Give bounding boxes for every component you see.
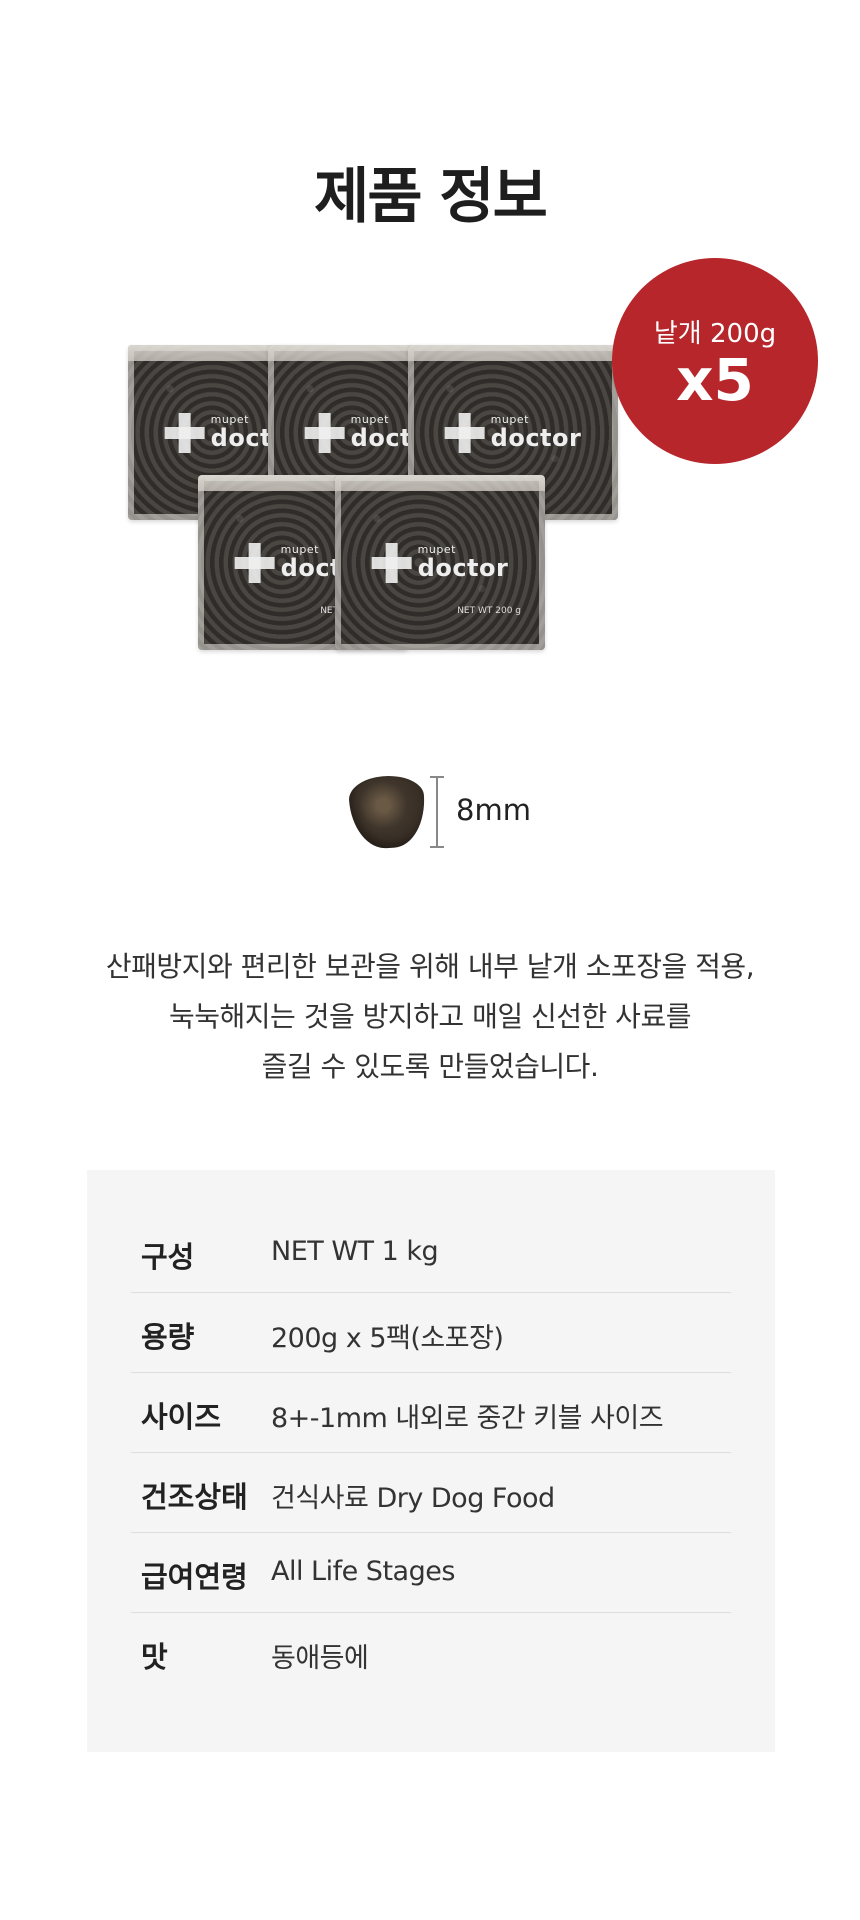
spec-row: 건조상태 건식사료 Dry Dog Food [131,1452,731,1533]
measure-line [436,776,438,848]
badge-unit-text: 낱개 200g [653,319,777,349]
net-weight-label: NET WT 200 g [457,606,521,616]
spec-row: 구성 NET WT 1 kg [131,1212,731,1293]
spec-row: 맛 동애등에 [131,1612,731,1692]
spec-value: All Life Stages [271,1556,455,1587]
kibble-image [347,773,428,851]
spec-label: 건조상태 [141,1480,248,1514]
cross-icon [164,412,205,453]
description-line: 산패방지와 편리한 보관을 위해 내부 낱개 소포장을 적용, [105,950,755,983]
page-title: 제품 정보 [314,162,548,232]
spec-value: 200g x 5팩(소포장) [271,1323,504,1354]
food-pack: mupetdoctor NET WT 200 g [335,475,545,650]
spec-table: 구성 NET WT 1 kg 용량 200g x 5팩(소포장) 사이즈 8+-… [87,1170,775,1752]
spec-value: 동애등에 [271,1643,369,1674]
cross-icon [304,412,345,453]
description-line: 즐길 수 있도록 만들었습니다. [261,1050,599,1083]
cross-icon [234,542,275,583]
spec-label: 용량 [141,1320,195,1354]
spec-value: 8+-1mm 내외로 중간 키블 사이즈 [271,1403,664,1434]
kibble-size-label: 8mm [456,793,531,827]
product-description: 산패방지와 편리한 보관을 위해 내부 낱개 소포장을 적용, 눅눅해지는 것을… [0,942,860,1092]
cross-icon [371,542,412,583]
spec-value: 건식사료 Dry Dog Food [271,1483,555,1514]
measure-cap-bottom [430,846,444,848]
spec-label: 급여연령 [141,1560,248,1594]
spec-row: 용량 200g x 5팩(소포장) [131,1292,731,1373]
spec-row: 급여연령 All Life Stages [131,1532,731,1613]
brand-logo: mupet doctor [371,542,509,583]
product-packs-image: mupet doctor mupet doctor mupet doctor mupe… [120,330,620,660]
badge-count-text: x5 [676,346,754,414]
brand-logo: mupet doctor [444,412,582,453]
description-line: 눅눅해지는 것을 방지하고 매일 신선한 사료를 [169,1000,691,1033]
spec-row: 사이즈 8+-1mm 내외로 중간 키블 사이즈 [131,1372,731,1453]
spec-value: NET WT 1 kg [271,1236,439,1267]
spec-label: 맛 [141,1640,168,1674]
spec-label: 구성 [141,1240,195,1274]
spec-label: 사이즈 [141,1400,222,1434]
cross-icon [444,412,485,453]
quantity-badge: 낱개 200g x5 [612,258,818,464]
